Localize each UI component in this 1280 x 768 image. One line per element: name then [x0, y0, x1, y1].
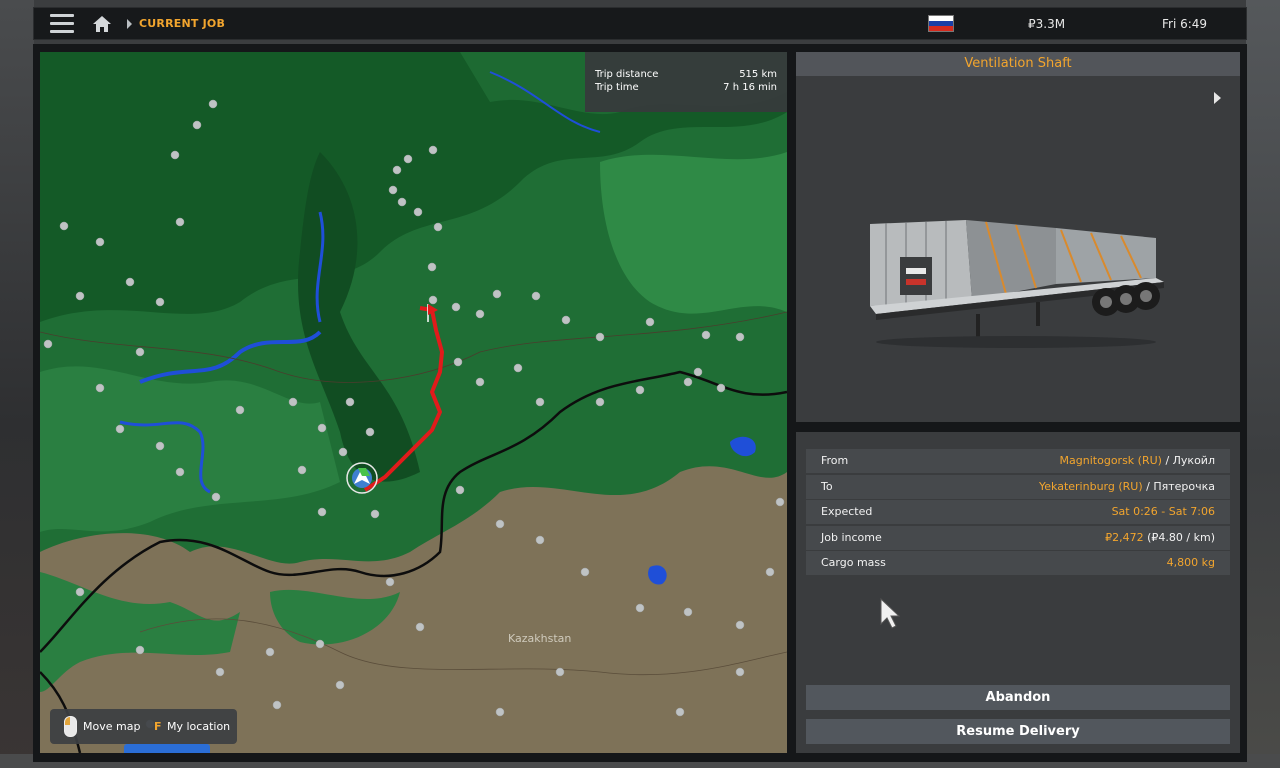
- breadcrumb-arrow-icon: [127, 19, 132, 29]
- menu-icon[interactable]: [50, 14, 74, 34]
- cargo-mass-row: Cargo mass 4,800 kg: [806, 551, 1230, 575]
- trip-summary: Trip distance 515 km Trip time 7 h 16 min: [585, 52, 787, 112]
- from-company: / Лукойл: [1161, 454, 1215, 467]
- income-value: ₽2,472: [1105, 531, 1144, 544]
- from-city: Magnitogorsk (RU): [1059, 454, 1162, 467]
- my-location-key: F: [154, 720, 162, 733]
- income-label: Job income: [821, 531, 882, 544]
- trip-distance-label: Trip distance: [595, 69, 659, 80]
- income-row: Job income ₽2,472 (₽4.80 / km): [806, 526, 1230, 550]
- from-row: From Magnitogorsk (RU) / Лукойл: [806, 449, 1230, 473]
- cargo-mass-label: Cargo mass: [821, 556, 886, 569]
- expected-row: Expected Sat 0:26 - Sat 7:06: [806, 500, 1230, 524]
- next-arrow-icon[interactable]: [1214, 92, 1221, 104]
- trip-distance-value: 515 km: [739, 69, 777, 80]
- to-city: Yekaterinburg (RU): [1039, 480, 1143, 493]
- trip-time-value: 7 h 16 min: [723, 82, 777, 93]
- mouse-cursor-icon: [880, 598, 901, 629]
- russia-flag-icon: [928, 15, 954, 32]
- my-location-button[interactable]: My location: [167, 720, 230, 733]
- cargo-title: Ventilation Shaft: [796, 52, 1240, 76]
- move-map-label: Move map: [83, 720, 141, 733]
- trailer-image: [870, 220, 1164, 348]
- job-details-panel: From Magnitogorsk (RU) / Лукойл To Yekat…: [796, 432, 1240, 753]
- trip-time-label: Trip time: [595, 82, 639, 93]
- map-water-edge: [124, 744, 210, 753]
- to-company: / Пятерочка: [1142, 480, 1215, 493]
- abandon-button[interactable]: Abandon: [806, 685, 1230, 710]
- income-rate: (₽4.80 / km): [1143, 531, 1215, 544]
- background-left: [0, 0, 34, 768]
- home-icon[interactable]: [91, 13, 113, 35]
- resume-delivery-button[interactable]: Resume Delivery: [806, 719, 1230, 744]
- map-label-kazakhstan: Kazakhstan: [508, 632, 572, 645]
- map-controls-hint: Move map F My location: [50, 709, 237, 744]
- route-map[interactable]: Kazakhstan: [40, 52, 787, 753]
- from-label: From: [821, 454, 849, 467]
- breadcrumb-current-job: CURRENT JOB: [139, 17, 226, 30]
- map-terrain: [40, 52, 787, 753]
- expected-value: Sat 0:26 - Sat 7:06: [1111, 505, 1215, 518]
- expected-label: Expected: [821, 505, 873, 518]
- money-balance: ₽3.3M: [1028, 17, 1066, 31]
- cargo-preview-panel: Ventilation Shaft: [796, 52, 1240, 422]
- game-clock: Fri 6:49: [1162, 17, 1208, 31]
- to-row: To Yekaterinburg (RU) / Пятерочка: [806, 475, 1230, 499]
- cargo-mass-value: 4,800 kg: [1166, 556, 1215, 569]
- mouse-icon: [64, 716, 77, 737]
- to-label: To: [821, 480, 833, 493]
- background-right: [1246, 0, 1280, 768]
- top-bar: CURRENT JOB ₽3.3M Fri 6:49: [33, 7, 1247, 40]
